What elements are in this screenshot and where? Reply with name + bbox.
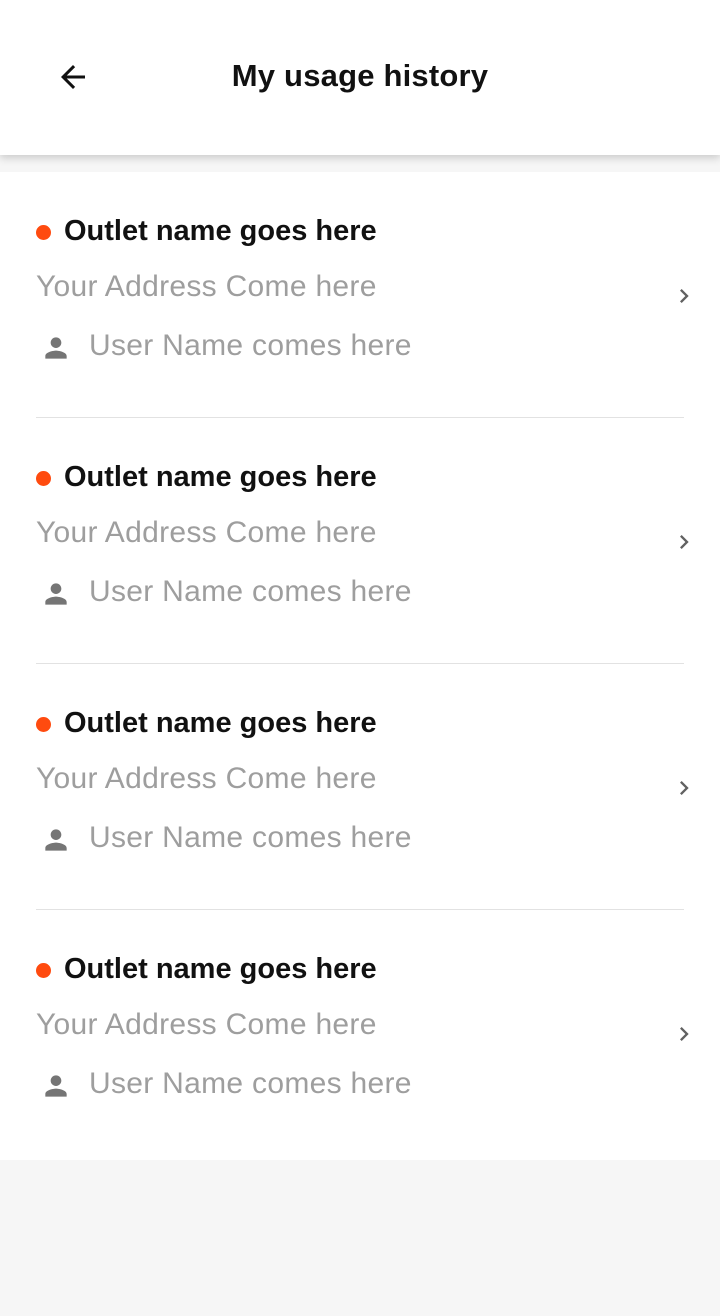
chevron-right-icon	[680, 1027, 689, 1041]
outlet-name: Outlet name goes here	[64, 953, 377, 985]
status-dot	[36, 717, 51, 732]
outlet-address: Your Address Come here	[36, 1008, 377, 1041]
outlet-name: Outlet name goes here	[64, 707, 377, 739]
app-bar: My usage history	[0, 0, 720, 155]
status-dot	[36, 225, 51, 240]
person-icon	[45, 1075, 67, 1097]
usage-history-list: Outlet name goes here Your Address Come …	[0, 172, 720, 1160]
history-item[interactable]: Outlet name goes here Your Address Come …	[0, 910, 720, 1156]
page-title: My usage history	[231, 58, 489, 93]
user-name: User Name comes here	[89, 329, 412, 362]
user-name: User Name comes here	[89, 575, 412, 608]
person-icon	[45, 337, 67, 359]
status-dot	[36, 471, 51, 486]
history-item[interactable]: Outlet name goes here Your Address Come …	[0, 664, 720, 910]
outlet-address: Your Address Come here	[36, 516, 377, 549]
history-item[interactable]: Outlet name goes here Your Address Come …	[0, 172, 720, 418]
person-icon	[45, 829, 67, 851]
outlet-address: Your Address Come here	[36, 270, 377, 303]
status-dot	[36, 963, 51, 978]
chevron-right-icon	[680, 289, 689, 303]
chevron-right-icon	[680, 781, 689, 795]
outlet-name: Outlet name goes here	[64, 461, 377, 493]
person-icon	[45, 583, 67, 605]
chevron-right-icon	[680, 535, 689, 549]
user-name: User Name comes here	[89, 1067, 412, 1100]
outlet-address: Your Address Come here	[36, 762, 377, 795]
outlet-name: Outlet name goes here	[64, 215, 377, 247]
user-name: User Name comes here	[89, 821, 412, 854]
history-item[interactable]: Outlet name goes here Your Address Come …	[0, 418, 720, 664]
